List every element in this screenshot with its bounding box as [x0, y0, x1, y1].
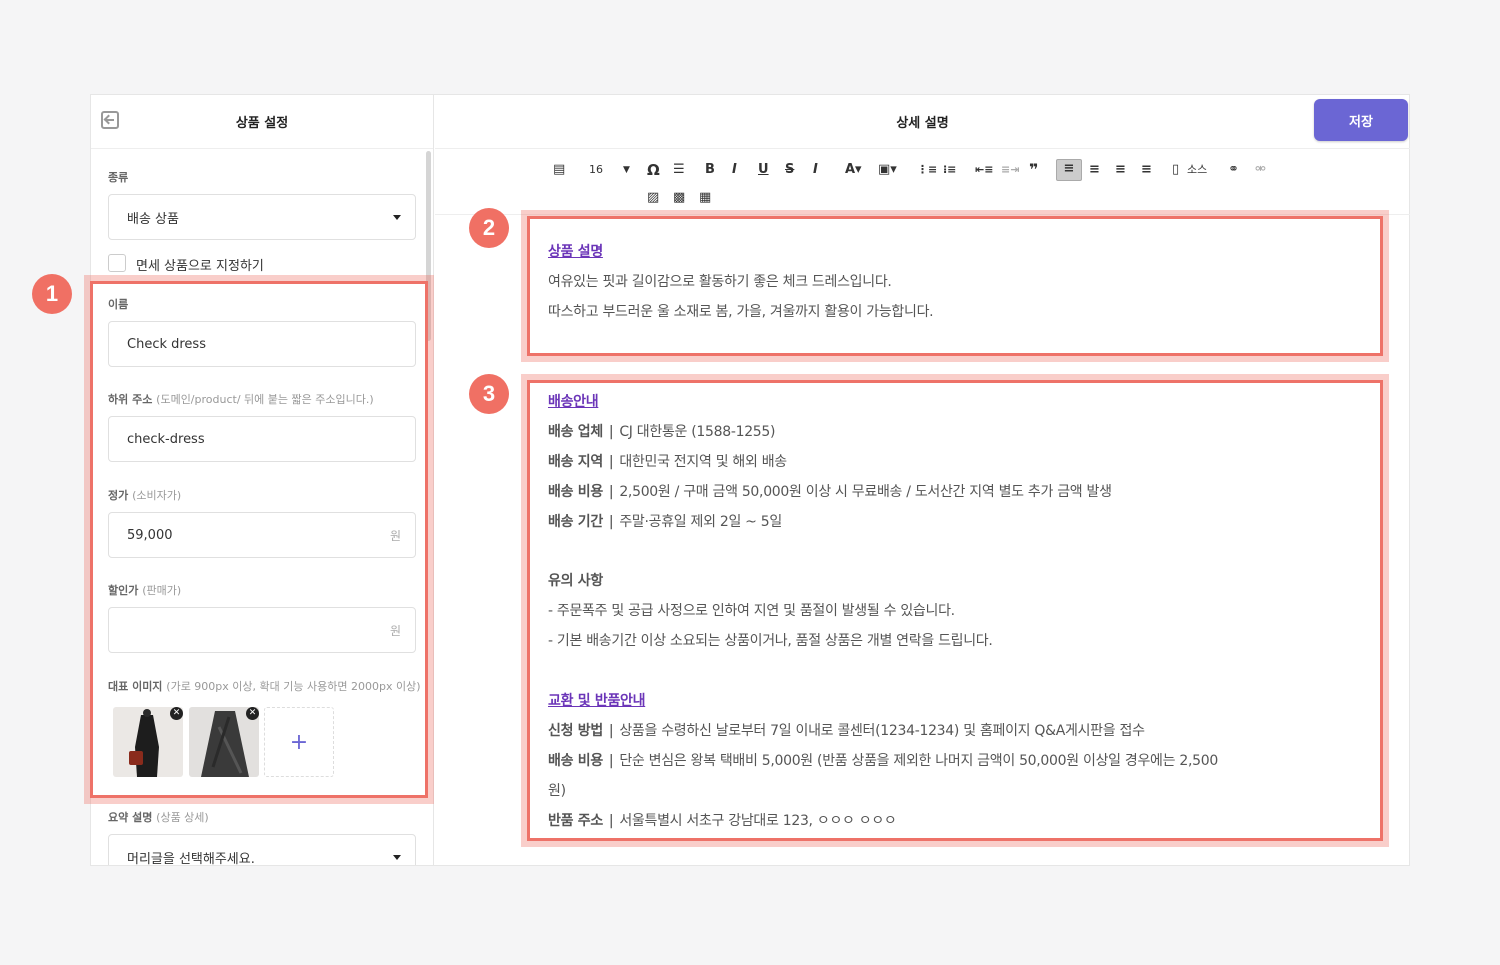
- return-row-key: 배송 비용: [548, 753, 603, 769]
- tax-free-label: 면세 상품으로 지정하기: [136, 259, 264, 274]
- return-row-value: 서울특별시 서초구 강남대로 123, ㅇㅇㅇ ㅇㅇㅇ: [619, 813, 897, 829]
- link-icon[interactable]: ⚭: [1228, 161, 1239, 179]
- separator: |: [608, 753, 614, 769]
- summary-select-value: 머리글을 선택해주세요.: [127, 851, 255, 866]
- image-icon[interactable]: ▨: [647, 189, 659, 207]
- chevron-down-icon: [393, 855, 401, 860]
- shipping-row-key: 배송 업체: [548, 424, 603, 440]
- gallery-icon[interactable]: ▩: [673, 189, 685, 207]
- return-row-key: 반품 주소: [548, 813, 603, 829]
- indent-icon[interactable]: ≡⇥: [1001, 161, 1019, 179]
- summary-label-hint: (상품 상세): [156, 811, 209, 824]
- right-panel-header: 상세 설명 저장: [435, 95, 1410, 149]
- notice-line: - 기본 배송기간 이상 소요되는 상품이거나, 품절 상품은 개별 연락을 드…: [548, 633, 993, 649]
- shipping-row-key: 배송 비용: [548, 484, 603, 500]
- shipping-row-key: 배송 지역: [548, 454, 603, 470]
- align-center-icon[interactable]: ≡: [1089, 161, 1100, 179]
- align-justify-icon[interactable]: ≡: [1141, 161, 1152, 179]
- right-panel-title: 상세 설명: [896, 116, 949, 131]
- special-char-icon[interactable]: Ω: [647, 161, 660, 179]
- shipping-row-value: 주말·공휴일 제외 2일 ~ 5일: [619, 514, 782, 530]
- return-row-value: 단순 변심은 왕복 택배비 5,000원 (반품 상품을 제외한 나머지 금액이…: [619, 753, 1218, 769]
- clear-format-icon[interactable]: I: [813, 161, 818, 179]
- summary-label-text: 요약 설명: [108, 811, 153, 824]
- chevron-down-icon: [393, 215, 401, 220]
- underline-icon[interactable]: U: [758, 161, 769, 179]
- bulleted-list-icon[interactable]: ⁝≡: [943, 161, 956, 179]
- shipping-heading[interactable]: 배송안내: [548, 391, 599, 411]
- type-select-value: 배송 상품: [127, 211, 179, 227]
- return-row-value: 상품을 수령하신 날로부터 7일 이내로 콜센터(1234-1234) 및 홈페…: [619, 723, 1145, 739]
- return-row-wrap: 원): [548, 783, 566, 799]
- outdent-icon[interactable]: ⇤≡: [975, 161, 993, 179]
- step-badge-1: 1: [32, 274, 72, 314]
- font-size-select[interactable]: 16: [589, 161, 603, 179]
- separator: |: [608, 514, 614, 530]
- notice-line: - 주문폭주 및 공급 사정으로 인하여 지연 및 품절이 발생될 수 있습니다…: [548, 603, 955, 619]
- shipping-row: 배송 비용 | 2,500원 / 구매 금액 50,000원 이상 시 무료배송 /…: [548, 481, 1112, 501]
- video-icon[interactable]: ▦: [699, 189, 711, 207]
- notice-heading: 유의 사항: [548, 573, 603, 589]
- numbered-list-icon[interactable]: ⋮≡: [917, 161, 937, 179]
- return-row: 반품 주소 | 서울특별시 서초구 강남대로 123, ㅇㅇㅇ ㅇㅇㅇ: [548, 810, 897, 830]
- separator: |: [608, 723, 614, 739]
- left-panel-title: 상품 설정: [235, 116, 289, 131]
- separator: |: [608, 424, 614, 440]
- shipping-row: 배송 기간 | 주말·공휴일 제외 2일 ~ 5일: [548, 511, 782, 531]
- shipping-row-value: CJ 대한통운 (1588-1255): [619, 424, 776, 440]
- summary-select[interactable]: 머리글을 선택해주세요.: [108, 834, 416, 865]
- bold-icon[interactable]: B: [705, 161, 715, 179]
- separator: |: [608, 813, 614, 829]
- format-icon[interactable]: ▤: [553, 161, 565, 179]
- horizontal-rule-icon[interactable]: ☰: [673, 161, 685, 179]
- return-row-key: 신청 방법: [548, 723, 603, 739]
- separator: |: [608, 454, 614, 470]
- return-row: 배송 비용 | 단순 변심은 왕복 택배비 5,000원 (반품 상품을 제외한 나…: [548, 750, 1218, 770]
- editor-toolbar: ▤ 16 ▼ Ω ☰ B I U S I A▾ ▣▾ ⋮≡ ⁝≡ ⇤≡ ≡⇥ ❞…: [435, 153, 1410, 215]
- shipping-row-value: 대한민국 전지역 및 해외 배송: [619, 454, 787, 470]
- description-line: 여유있는 핏과 길이감으로 활동하기 좋은 체크 드레스입니다.: [548, 274, 892, 290]
- shipping-row-key: 배송 기간: [548, 514, 603, 530]
- blockquote-icon[interactable]: ❞: [1029, 161, 1038, 179]
- collapse-panel-icon[interactable]: [101, 111, 119, 129]
- return-row: 신청 방법 | 상품을 수령하신 날로부터 7일 이내로 콜센터(1234-1234…: [548, 720, 1145, 740]
- shipping-row-value: 2,500원 / 구매 금액 50,000원 이상 시 무료배송 / 도서산간 …: [619, 484, 1112, 500]
- step-badge-3: 3: [469, 374, 509, 414]
- text-color-icon[interactable]: A▾: [845, 161, 862, 179]
- source-doc-icon[interactable]: ▯: [1172, 161, 1179, 179]
- source-button[interactable]: 소스: [1187, 161, 1207, 179]
- strikethrough-icon[interactable]: S: [785, 161, 794, 179]
- font-size-chevron-icon[interactable]: ▼: [623, 161, 630, 179]
- save-button[interactable]: 저장: [1314, 99, 1408, 141]
- left-panel-header: 상품 설정: [91, 95, 433, 149]
- align-right-icon[interactable]: ≡: [1115, 161, 1126, 179]
- type-select[interactable]: 배송 상품: [108, 194, 416, 240]
- unlink-icon[interactable]: ⚮: [1255, 161, 1266, 179]
- summary-label: 요약 설명 (상품 상세): [108, 809, 209, 825]
- return-heading[interactable]: 교환 및 반품안내: [548, 690, 646, 710]
- separator: |: [608, 484, 614, 500]
- tax-free-checkbox[interactable]: [108, 254, 126, 272]
- step-badge-2: 2: [469, 208, 509, 248]
- highlight-box-1: [90, 281, 428, 798]
- italic-icon[interactable]: I: [732, 161, 737, 179]
- shipping-row: 배송 업체 | CJ 대한통운 (1588-1255): [548, 421, 775, 441]
- shipping-row: 배송 지역 | 대한민국 전지역 및 해외 배송: [548, 451, 787, 471]
- background-color-icon[interactable]: ▣▾: [878, 161, 897, 179]
- description-line: 따스하고 부드러운 울 소재로 봄, 가을, 겨울까지 활용이 가능합니다.: [548, 304, 934, 320]
- type-label: 종류: [108, 171, 129, 184]
- align-left-icon[interactable]: ≡: [1056, 159, 1082, 181]
- description-heading[interactable]: 상품 설명: [548, 241, 603, 261]
